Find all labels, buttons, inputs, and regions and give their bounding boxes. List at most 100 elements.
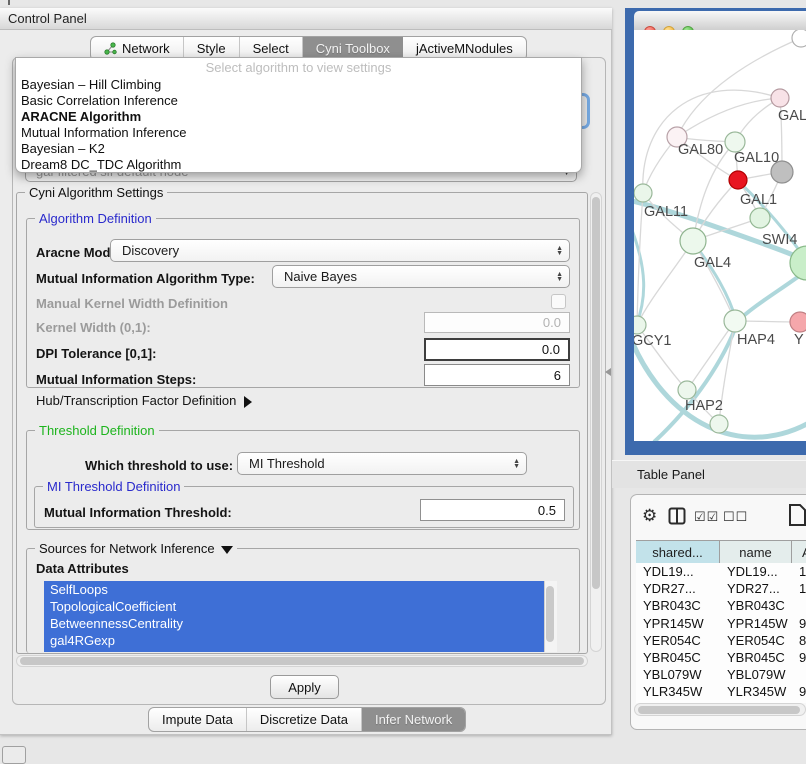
apply-button-label: Apply [288,680,321,695]
kernel-width-field: 0.0 [424,312,570,333]
attribute-item-selected[interactable]: SelfLoops [44,581,556,598]
sources-title[interactable]: Sources for Network Inference [35,541,237,556]
split-pane-collapse-icon[interactable] [605,368,611,376]
cell: YDL19... [636,563,720,580]
network-node-bottom-partial[interactable] [710,415,728,433]
table-row[interactable]: YDR27...YDR27...12 [636,580,806,597]
kernel-width-value: 0.0 [543,315,561,330]
network-node-gcy1[interactable] [634,316,646,334]
manual-kernel-width-checkbox[interactable] [551,294,566,309]
algorithm-option[interactable]: Bayesian – Hill Climbing [16,77,581,93]
table-horizontal-scroll-thumb[interactable] [638,706,800,714]
hub-definition-text: Hub/Transcription Factor Definition [36,393,236,408]
network-node-pink-right[interactable] [790,312,806,332]
settings-vertical-scroll-thumb[interactable] [592,197,600,589]
cell: YLR345W [636,683,720,700]
control-panel-titlebar[interactable]: Control Panel [0,8,612,30]
dpi-tolerance-field[interactable]: 0.0 [424,338,570,361]
table-row[interactable]: YBR043CYBR043C [636,597,806,614]
network-node-gal-pink[interactable] [771,89,789,107]
which-threshold-label: Which threshold to use: [85,458,233,473]
cell: 8. [792,632,806,649]
cell: 13 [792,563,806,580]
network-node-gal11[interactable] [634,184,652,202]
hub-definition-label[interactable]: Hub/Transcription Factor Definition [36,393,252,408]
collapsed-panel-button[interactable] [2,746,26,764]
data-attributes-label: Data Attributes [36,561,129,576]
column-visibility-icon[interactable] [668,507,686,525]
aracne-mode-combo[interactable]: Discovery ▲▼ [110,239,570,262]
cell: YPR145W [636,615,720,632]
node-label-y: Y [794,332,804,348]
algorithm-option[interactable]: Basic Correlation Inference [16,93,581,109]
apply-button[interactable]: Apply [270,675,339,699]
deselect-all-icon[interactable]: ☐☐ [723,509,748,525]
algorithm-option-selected[interactable]: ARACNE Algorithm [16,109,581,125]
column-header-partial[interactable]: A [792,541,806,563]
collapse-down-icon[interactable] [221,546,233,554]
table-row[interactable]: YLR345WYLR345W9. [636,683,806,700]
table-row[interactable]: YDL19...YDL19...13 [636,563,806,580]
node-label-gal80: GAL80 [678,142,723,158]
table-row[interactable]: YPR145WYPR145W9. [636,615,806,632]
gray-edge [637,241,693,325]
attribute-item-selected[interactable]: TopologicalCoefficient [44,598,556,615]
stepper-arrows-icon: ▲▼ [556,272,563,282]
mi-threshold-value: 0.5 [538,503,556,518]
settings-vertical-scrollbar[interactable] [590,192,602,652]
network-node-gal4[interactable] [680,228,706,254]
network-canvas[interactable]: GALGAL80GAL10GAL1GAL11SWI4GAL4GCY1HAP4YH… [634,30,806,441]
network-node-gal1[interactable] [750,208,770,228]
algorithm-option[interactable]: Bayesian – K2 [16,141,581,157]
cell: 12 [792,580,806,597]
settings-horizontal-scrollbar[interactable] [16,655,588,667]
dpi-tolerance-label: DPI Tolerance [0,1]: [36,346,156,361]
mi-threshold-field[interactable]: 0.5 [420,499,565,521]
data-attributes-list[interactable]: SelfLoops TopologicalCoefficient Between… [44,581,556,652]
algorithm-definition-title: Algorithm Definition [35,211,156,226]
cell: 9. [792,649,806,666]
select-all-icon[interactable]: ☑☑ [694,509,719,525]
mi-algorithm-type-label: Mutual Information Algorithm Type: [36,271,255,286]
table-panel-title: Table Panel [637,467,705,482]
table-row[interactable]: YBL079WYBL079W [636,666,806,683]
sources-title-text: Sources for Network Inference [39,541,215,556]
network-node-hap2[interactable] [678,381,696,399]
settings-horizontal-scroll-thumb[interactable] [20,657,584,665]
network-node-big-right[interactable] [790,246,806,280]
threshold-definition-title: Threshold Definition [35,423,159,438]
network-window-titlebar[interactable] [634,11,806,31]
table-body[interactable]: YDL19...YDL19...13 YDR27...YDR27...12 YB… [636,563,806,703]
cell: YDR27... [720,580,792,597]
mi-threshold-label: Mutual Information Threshold: [44,505,232,520]
table-panel-titlebar[interactable]: Table Panel [612,460,806,488]
expand-right-icon[interactable] [244,396,252,408]
tab-infer-network[interactable]: Infer Network [362,708,465,731]
table-row[interactable]: YER054CYER054C8. [636,632,806,649]
cell: YDR27... [636,580,720,597]
network-node-hap4[interactable] [724,310,746,332]
table-horizontal-scrollbar[interactable] [634,703,806,716]
attribute-item-selected[interactable]: gal4RGexp [44,632,556,649]
network-node-top-partial[interactable] [792,30,806,47]
column-header-name[interactable]: name [720,541,792,563]
attribute-list-scroll-thumb[interactable] [546,586,554,642]
which-threshold-combo[interactable]: MI Threshold ▲▼ [237,452,527,475]
network-node-gal10[interactable] [725,132,745,152]
attribute-item-selected[interactable]: BetweennessCentrality [44,615,556,632]
algorithm-option[interactable]: Mutual Information Inference [16,125,581,141]
tab-cyni-toolbox-label: Cyni Toolbox [316,41,390,56]
mi-algorithm-type-combo[interactable]: Naive Bayes ▲▼ [272,265,570,288]
import-table-icon[interactable] [788,503,806,527]
table-settings-gear-icon[interactable]: ⚙ [642,506,657,526]
table-row[interactable]: YBR045CYBR045C9. [636,649,806,666]
network-node-red[interactable] [729,171,747,189]
cyni-algorithm-settings-title: Cyni Algorithm Settings [25,185,167,200]
mi-steps-field[interactable]: 6 [424,364,570,386]
tab-discretize-data[interactable]: Discretize Data [247,708,362,731]
tab-style-label: Style [197,41,226,56]
which-threshold-value: MI Threshold [249,456,325,471]
tab-impute-data[interactable]: Impute Data [149,708,247,731]
column-header-shared-name[interactable]: shared... [636,541,720,563]
algorithm-option[interactable]: Dream8 DC_TDC Algorithm [16,157,581,173]
